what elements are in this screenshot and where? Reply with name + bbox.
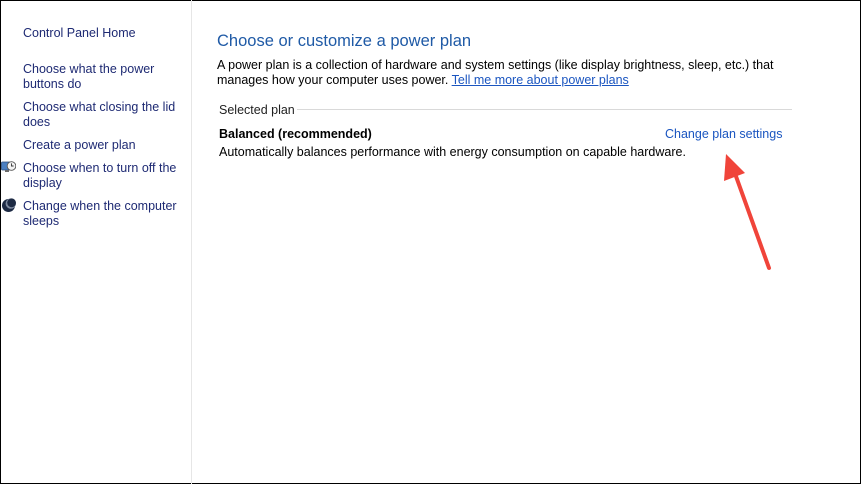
- plan-name: Balanced (recommended): [219, 127, 372, 141]
- page-title: Choose or customize a power plan: [217, 32, 472, 50]
- create-power-plan-link[interactable]: Create a power plan: [23, 138, 183, 153]
- section-divider: [297, 109, 792, 110]
- control-panel-home-link[interactable]: Control Panel Home: [23, 26, 183, 41]
- computer-sleeps-link[interactable]: Change when the computer sleeps: [23, 199, 183, 229]
- change-plan-settings-link[interactable]: Change plan settings: [665, 127, 782, 141]
- left-navigation-pane: Control Panel Home Choose what the power…: [0, 0, 191, 484]
- pane-divider: [191, 0, 192, 484]
- selected-plan-label: Selected plan: [219, 103, 295, 117]
- sleep-moon-icon: [1, 198, 16, 213]
- turn-off-display-link[interactable]: Choose when to turn off the display: [23, 161, 183, 191]
- power-buttons-link[interactable]: Choose what the power buttons do: [23, 62, 183, 92]
- display-timer-icon: [1, 160, 17, 175]
- closing-lid-link[interactable]: Choose what closing the lid does: [23, 100, 183, 130]
- intro-paragraph: A power plan is a collection of hardware…: [217, 58, 817, 88]
- plan-description: Automatically balances performance with …: [219, 145, 686, 159]
- power-plans-help-link[interactable]: Tell me more about power plans: [452, 73, 629, 87]
